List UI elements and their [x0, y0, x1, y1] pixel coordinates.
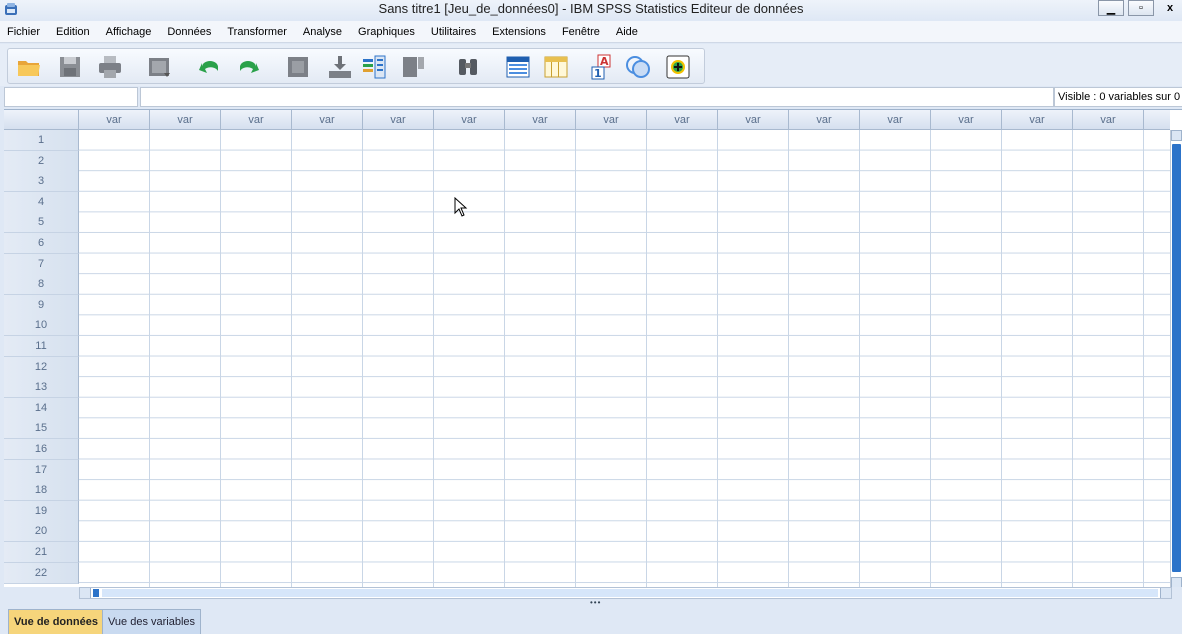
cell-reference-field[interactable] — [4, 87, 138, 107]
row-header[interactable]: 4 — [4, 191, 79, 213]
column-header[interactable]: var — [718, 110, 789, 130]
run-descriptive-icon[interactable] — [400, 53, 428, 81]
open-folder-icon[interactable] — [15, 53, 43, 81]
row-header[interactable]: 22 — [4, 562, 79, 584]
data-cells[interactable] — [79, 130, 1170, 587]
menu-analyse[interactable]: Analyse — [295, 21, 350, 43]
column-headers: var var var var var var var var var var … — [79, 110, 1170, 130]
menu-extensions[interactable]: Extensions — [484, 21, 554, 43]
menu-fenetre[interactable]: Fenêtre — [554, 21, 608, 43]
grid-corner[interactable] — [4, 110, 79, 130]
menu-graphiques[interactable]: Graphiques — [350, 21, 423, 43]
column-header[interactable]: var — [789, 110, 860, 130]
scroll-left-arrow-icon[interactable] — [80, 588, 91, 598]
row-header[interactable]: 2 — [4, 150, 79, 172]
column-header[interactable]: var — [363, 110, 434, 130]
scroll-right-arrow-icon[interactable] — [1160, 588, 1171, 598]
view-tabs: Vue de données Vue des variables — [0, 606, 1182, 634]
data-grid: var var var var var var var var var var … — [4, 109, 1182, 587]
column-header[interactable]: var — [150, 110, 221, 130]
scroll-down-arrow-icon[interactable] — [1171, 577, 1182, 587]
row-header[interactable]: 20 — [4, 521, 79, 543]
svg-text:1: 1 — [594, 67, 602, 80]
menu-fichier[interactable]: Fichier — [0, 21, 48, 43]
column-header[interactable]: var — [434, 110, 505, 130]
goto-variable-icon[interactable] — [326, 53, 354, 81]
spelling-icon[interactable] — [664, 53, 692, 81]
column-header[interactable]: v — [1144, 110, 1170, 130]
row-header[interactable]: 11 — [4, 336, 79, 357]
menu-donnees[interactable]: Données — [159, 21, 219, 43]
toolbar-group: A1 — [7, 48, 705, 84]
row-header[interactable]: 9 — [4, 294, 79, 316]
row-header[interactable]: 16 — [4, 439, 79, 460]
vertical-scroll-thumb[interactable] — [1172, 144, 1181, 572]
title-bar: Sans titre1 [Jeu_de_données0] - IBM SPSS… — [0, 0, 1182, 20]
column-header[interactable]: var — [860, 110, 931, 130]
insert-cases-icon[interactable] — [504, 53, 532, 81]
row-header[interactable]: 21 — [4, 542, 79, 563]
row-header[interactable]: 3 — [4, 171, 79, 193]
row-header[interactable]: 7 — [4, 253, 79, 275]
menu-aide[interactable]: Aide — [608, 21, 646, 43]
close-button[interactable]: x — [1158, 0, 1182, 16]
column-header[interactable]: var — [79, 110, 150, 130]
variables-icon[interactable] — [360, 53, 388, 81]
tab-data-view[interactable]: Vue de données — [8, 609, 104, 634]
undo-icon[interactable] — [196, 53, 224, 81]
column-header[interactable]: var — [1002, 110, 1073, 130]
menu-utilitaires[interactable]: Utilitaires — [423, 21, 484, 43]
mouse-pointer-icon — [454, 197, 468, 217]
restore-button[interactable]: ▫ — [1128, 0, 1154, 16]
row-header[interactable]: 13 — [4, 377, 79, 399]
window-title: Sans titre1 [Jeu_de_données0] - IBM SPSS… — [378, 1, 804, 16]
print-icon[interactable] — [96, 53, 124, 81]
column-header[interactable]: var — [505, 110, 576, 130]
find-icon[interactable] — [454, 53, 482, 81]
horizontal-scrollbar[interactable] — [79, 587, 1172, 599]
use-sets-icon[interactable] — [624, 53, 652, 81]
column-header[interactable]: var — [931, 110, 1002, 130]
menu-bar: Fichier Edition Affichage Données Transf… — [0, 21, 1182, 43]
row-header[interactable]: 8 — [4, 274, 79, 296]
minimize-button[interactable]: ▁ — [1098, 0, 1124, 16]
redo-icon[interactable] — [234, 53, 262, 81]
row-header[interactable]: 6 — [4, 233, 79, 254]
cell-editor-row: Visible : 0 variables sur 0 — [0, 86, 1182, 108]
row-header[interactable]: 10 — [4, 315, 79, 337]
menu-transformer[interactable]: Transformer — [219, 21, 295, 43]
column-header[interactable]: var — [1073, 110, 1144, 130]
horizontal-scroll-thumb[interactable] — [93, 589, 99, 597]
window-controls: ▁ ▫ x — [1094, 0, 1182, 16]
cell-value-field[interactable] — [140, 87, 1054, 107]
dialog-recall-icon[interactable] — [146, 53, 174, 81]
scroll-up-arrow-icon[interactable] — [1171, 130, 1182, 141]
row-header[interactable]: 15 — [4, 418, 79, 440]
menu-affichage[interactable]: Affichage — [98, 21, 160, 43]
row-header[interactable]: 17 — [4, 459, 79, 481]
vertical-scrollbar[interactable] — [1170, 130, 1182, 587]
column-header[interactable]: var — [647, 110, 718, 130]
row-header[interactable]: 1 — [4, 130, 79, 151]
row-header[interactable]: 19 — [4, 500, 79, 522]
save-icon[interactable] — [56, 53, 84, 81]
column-header[interactable]: var — [576, 110, 647, 130]
row-header[interactable]: 12 — [4, 356, 79, 378]
column-header[interactable]: var — [221, 110, 292, 130]
goto-case-icon[interactable] — [284, 53, 312, 81]
menu-edition[interactable]: Edition — [48, 21, 98, 43]
visible-variables-label: Visible : 0 variables sur 0 — [1054, 87, 1182, 107]
toolbar: A1 — [0, 44, 1182, 86]
insert-variable-icon[interactable] — [542, 53, 570, 81]
column-header[interactable]: var — [292, 110, 363, 130]
value-labels-icon[interactable]: A1 — [588, 53, 616, 81]
row-header[interactable]: 5 — [4, 212, 79, 234]
horizontal-scroll-track[interactable] — [102, 589, 1158, 597]
row-header[interactable]: 14 — [4, 397, 79, 419]
row-header[interactable]: 18 — [4, 480, 79, 502]
tab-variable-view[interactable]: Vue des variables — [102, 609, 202, 634]
